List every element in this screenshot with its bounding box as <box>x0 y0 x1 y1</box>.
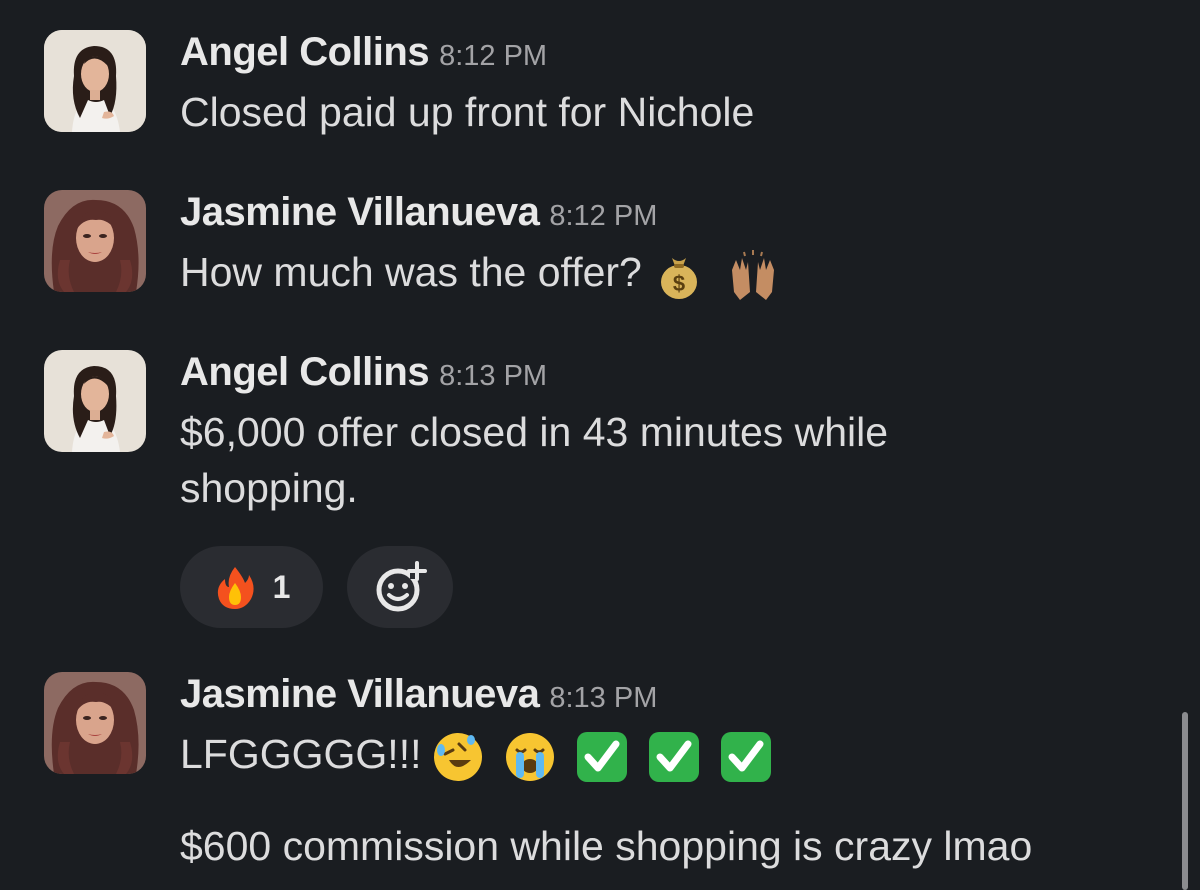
avatar-jasmine-villanueva[interactable] <box>44 672 146 774</box>
message: Jasmine Villanueva 8:12 PM How much was t… <box>44 190 1160 302</box>
message: Angel Collins 8:13 PM $6,000 offer closed… <box>44 350 1160 630</box>
author-name[interactable]: Jasmine Villanueva <box>180 672 540 716</box>
message-content: Jasmine Villanueva 8:13 PM LFGGGGG!!! $6… <box>180 672 1160 874</box>
timestamp[interactable]: 8:13 PM <box>439 360 547 392</box>
check-mark-icon <box>647 730 701 784</box>
author-name[interactable]: Jasmine Villanueva <box>180 190 540 234</box>
emoji-group: $ <box>652 248 780 302</box>
message-header: Angel Collins 8:12 PM <box>180 30 1160 74</box>
message: Jasmine Villanueva 8:13 PM LFGGGGG!!! $6… <box>44 672 1160 890</box>
timestamp[interactable]: 8:12 PM <box>439 40 547 72</box>
message-text: $600 commission while shopping is crazy … <box>180 823 1033 870</box>
emoji-group <box>431 730 773 784</box>
message-text-row: LFGGGGG!!! <box>180 726 1160 784</box>
fire-icon <box>213 565 257 609</box>
message-text: LFGGGGG!!! <box>180 731 422 777</box>
message-content: Jasmine Villanueva 8:12 PM How much was t… <box>180 190 1160 302</box>
message: Angel Collins 8:12 PM Closed paid up fron… <box>44 30 1160 140</box>
add-reaction-icon <box>372 559 428 615</box>
check-mark-icon <box>575 730 629 784</box>
reaction-fire[interactable]: 1 <box>180 546 323 628</box>
scrollbar-thumb[interactable] <box>1182 712 1188 890</box>
money-bag-icon: $ <box>652 248 706 302</box>
avatar-angel-collins[interactable] <box>44 30 146 132</box>
message-header: Jasmine Villanueva 8:12 PM <box>180 190 1160 234</box>
message-text: Closed paid up front for Nichole <box>180 89 755 135</box>
timestamp[interactable]: 8:12 PM <box>549 200 657 232</box>
message-header: Jasmine Villanueva 8:13 PM <box>180 672 1160 716</box>
message-text: How much was the offer? <box>180 249 642 295</box>
svg-text:$: $ <box>673 271 685 296</box>
message-text-row: How much was the offer? $ <box>180 244 1160 302</box>
reaction-count: 1 <box>272 568 291 605</box>
author-name[interactable]: Angel Collins <box>180 350 430 394</box>
reactions-bar: 1 <box>180 546 453 628</box>
avatar-jasmine-villanueva[interactable] <box>44 190 146 292</box>
timestamp[interactable]: 8:13 PM <box>549 682 657 714</box>
loudly-crying-icon <box>503 730 557 784</box>
message-text: $6,000 offer closed in 43 minutes while … <box>180 409 889 511</box>
author-name[interactable]: Angel Collins <box>180 30 430 74</box>
message-header: Angel Collins 8:13 PM <box>180 350 1160 394</box>
rolling-laughing-icon <box>431 730 485 784</box>
message-content: Angel Collins 8:12 PM Closed paid up fron… <box>180 30 1160 140</box>
check-mark-icon <box>719 730 773 784</box>
add-reaction-button[interactable] <box>347 546 453 628</box>
message-content: Angel Collins 8:13 PM $6,000 offer closed… <box>180 350 1160 516</box>
avatar-angel-collins[interactable] <box>44 350 146 452</box>
raising-hands-icon <box>726 248 780 302</box>
